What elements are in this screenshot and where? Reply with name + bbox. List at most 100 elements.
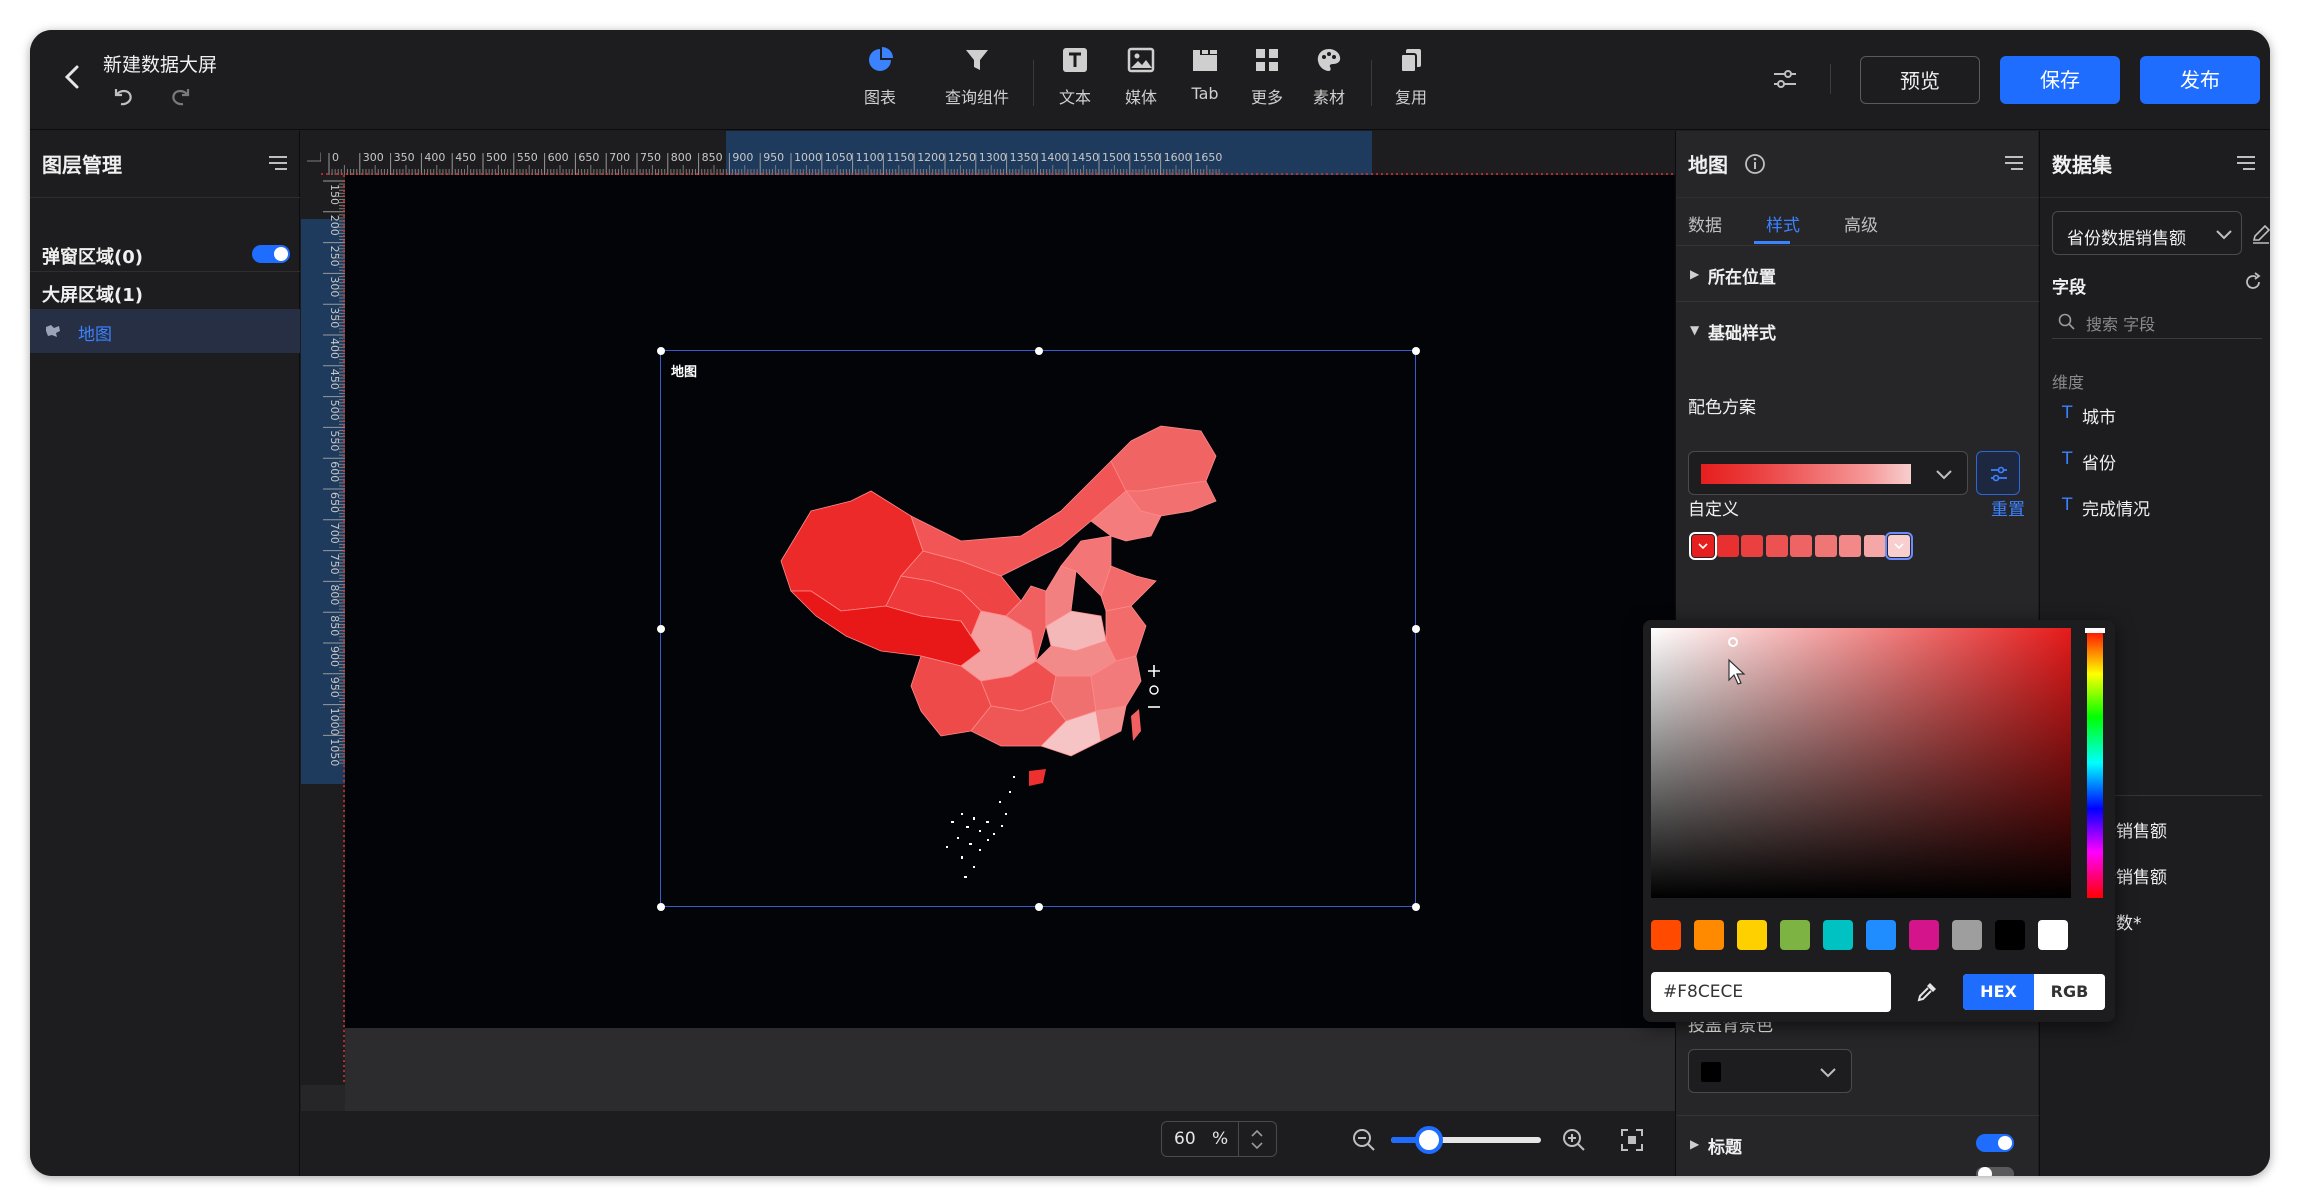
basic-style-section[interactable]: ▼ 基础样式	[1676, 303, 2039, 357]
zoom-slider[interactable]	[1391, 1126, 1541, 1154]
hex-input[interactable]	[1651, 972, 1891, 1012]
color-picker-cursor[interactable]	[1728, 637, 1738, 647]
color-swatch[interactable]	[1863, 535, 1886, 557]
tool-reuse[interactable]: 复用	[1389, 46, 1433, 116]
adjust-icon	[1991, 466, 2007, 482]
redo-icon	[172, 89, 190, 106]
tool-tab-label: Tab	[1191, 84, 1219, 103]
map-zoom-in-icon	[1148, 665, 1160, 677]
menu-icon[interactable]	[266, 153, 290, 173]
zoom-in-icon[interactable]	[1561, 1127, 1587, 1153]
menu-icon[interactable]	[2002, 153, 2026, 173]
chevron-left-icon	[64, 65, 79, 89]
saturation-value-area[interactable]	[1651, 628, 2071, 898]
tool-query[interactable]: 查询组件	[939, 46, 1015, 116]
zoom-input[interactable]: 60 %	[1161, 1121, 1277, 1157]
back-button[interactable]	[56, 60, 90, 94]
preset-color-swatch[interactable]	[1866, 920, 1896, 950]
mode-rgb-button[interactable]: RGB	[2034, 974, 2105, 1010]
settings-sliders-icon[interactable]	[1770, 64, 1800, 94]
color-swatch[interactable]	[1689, 532, 1717, 560]
divider	[30, 271, 300, 272]
canvas-bottom-bar: 60 %	[301, 1111, 1675, 1176]
ruler-horizontal: 0 300 350 400 450 500 550 600 650 700 750 800 850 900…	[321, 131, 1675, 175]
ruler-label: 600	[328, 461, 341, 482]
preset-color-swatch[interactable]	[1780, 920, 1810, 950]
redo-button[interactable]	[168, 83, 194, 113]
preview-button[interactable]: 预览	[1860, 56, 1980, 104]
layer-item-map[interactable]: 地图	[30, 309, 300, 353]
ruler-label: 700	[609, 151, 630, 164]
undo-button[interactable]	[110, 83, 136, 113]
color-scheme-settings-button[interactable]	[1976, 451, 2020, 495]
color-swatch[interactable]	[1741, 535, 1763, 557]
mode-hex-button[interactable]: HEX	[1963, 974, 2034, 1010]
fields-label: 字段	[2052, 278, 2086, 298]
preset-color-swatch[interactable]	[1651, 920, 1681, 950]
tool-assets[interactable]: 素材	[1307, 46, 1351, 116]
ruler-label: 1050	[328, 738, 341, 766]
color-swatch[interactable]	[1839, 535, 1861, 557]
position-section[interactable]: ▶ 所在位置	[1676, 247, 2039, 301]
ruler-vertical-svg: 150 200 250 300 350 400 450 500 550 600 650 700 750 8…	[301, 175, 345, 1085]
tool-text[interactable]: 文本	[1053, 46, 1097, 116]
preset-color-swatch[interactable]	[1909, 920, 1939, 950]
info-icon[interactable]	[1744, 153, 1766, 175]
menu-icon[interactable]	[2234, 153, 2258, 173]
ruler-label: 450	[455, 151, 476, 164]
dataset-select[interactable]: 省份数据销售额	[2052, 211, 2242, 255]
zoom-stepper-icon[interactable]	[1244, 1125, 1270, 1153]
ruler-label: 650	[578, 151, 599, 164]
color-swatch[interactable]	[1885, 532, 1913, 560]
dimension-item[interactable]: 城市	[2082, 403, 2116, 428]
ruler-label: 1150	[886, 151, 914, 164]
app-window: 新建数据大屏 图表 查询组件 文本 媒体 Tab 更多 素材 复用 预览 保存 …	[30, 30, 2270, 1176]
dimension-item[interactable]: 完成情况	[2082, 495, 2150, 520]
hue-slider-knob[interactable]	[2085, 628, 2105, 633]
reset-link[interactable]: 重置	[1991, 495, 2025, 520]
preset-color-swatch[interactable]	[1995, 920, 2025, 950]
zoom-out-icon[interactable]	[1351, 1127, 1377, 1153]
publish-button[interactable]: 发布	[2140, 56, 2260, 104]
field-search[interactable]: 搜索 字段	[2052, 305, 2262, 339]
popup-region-toggle[interactable]	[252, 245, 290, 263]
palette-icon	[1317, 49, 1341, 71]
dimension-label: 维度	[2052, 373, 2085, 392]
preset-color-swatch[interactable]	[1952, 920, 1982, 950]
tab-advanced[interactable]: 高级	[1844, 211, 1878, 236]
tool-more[interactable]: 更多	[1245, 46, 1289, 116]
color-swatch[interactable]	[1790, 535, 1812, 557]
refresh-icon[interactable]	[2242, 271, 2264, 293]
eyedropper-icon[interactable]	[1915, 980, 1939, 1004]
hue-slider[interactable]	[2085, 628, 2105, 898]
background-color-select[interactable]	[1688, 1049, 1852, 1093]
tool-media[interactable]: 媒体	[1119, 46, 1163, 116]
dimension-item[interactable]: 省份	[2082, 449, 2116, 474]
color-mode-toggle[interactable]: HEX RGB	[1963, 974, 2105, 1010]
ruler-label: 1450	[1071, 151, 1099, 164]
tool-tab[interactable]: Tab	[1183, 46, 1227, 116]
save-button[interactable]: 保存	[2000, 56, 2120, 104]
edit-icon[interactable]	[2250, 223, 2270, 245]
preset-color-swatch[interactable]	[2038, 920, 2068, 950]
ruler-label: 900	[328, 646, 341, 667]
tab-style[interactable]: 样式	[1766, 211, 1800, 236]
zoom-slider-knob[interactable]	[1414, 1126, 1443, 1154]
fit-screen-icon[interactable]	[1619, 1127, 1645, 1153]
ruler-label: 1650	[1194, 151, 1222, 164]
tool-chart[interactable]: 图表	[855, 46, 905, 116]
toolbar-divider	[1371, 60, 1372, 106]
legend-toggle[interactable]	[1976, 1167, 2014, 1176]
color-swatch[interactable]	[1814, 535, 1837, 557]
map-widget[interactable]: 地图	[657, 347, 1420, 911]
ruler-label: 800	[671, 151, 692, 164]
color-scheme-select[interactable]	[1688, 451, 1968, 495]
preset-color-swatch[interactable]	[1737, 920, 1767, 950]
tab-data[interactable]: 数据	[1688, 211, 1722, 236]
preset-color-swatch[interactable]	[1823, 920, 1853, 950]
color-swatch[interactable]	[1716, 535, 1739, 557]
preset-color-swatch[interactable]	[1694, 920, 1724, 950]
color-swatch[interactable]	[1765, 535, 1788, 557]
title-toggle[interactable]	[1976, 1134, 2014, 1152]
screen-canvas[interactable]: 地图	[345, 175, 1675, 1028]
